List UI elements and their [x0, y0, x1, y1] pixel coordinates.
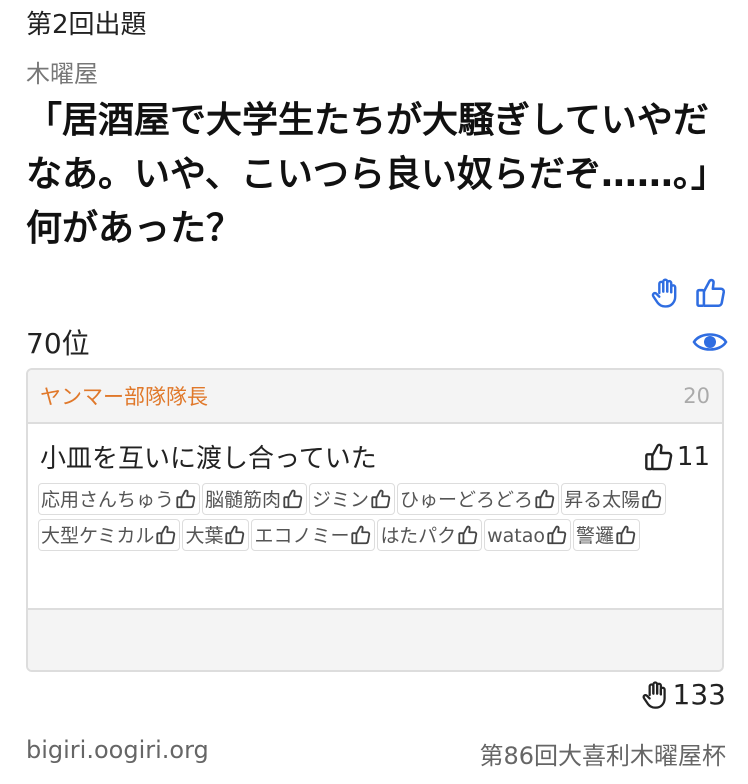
thumbs-up-icon	[458, 525, 478, 545]
event-name: 第86回大喜利木曜屋杯	[479, 742, 726, 770]
thumbs-up-icon	[547, 525, 567, 545]
voter-tag[interactable]: 昇る太陽	[561, 483, 667, 515]
voter-list: 応用さんちゅう 脳髄筋肉 ジミン ひゅーどろどろ 昇る太陽大型ケミカル 大葉 エコノミー はた…	[28, 479, 722, 553]
voter-tag[interactable]: 脳髄筋肉	[202, 483, 308, 515]
hand-icon	[651, 278, 677, 308]
hand-count[interactable]: 133	[639, 678, 726, 711]
voter-name: エコノミー	[254, 525, 350, 547]
round-title: 第2回出題	[26, 10, 147, 40]
thumbs-up-icon	[535, 489, 555, 509]
voter-tag[interactable]: 大型ケミカル	[38, 519, 181, 551]
hand-button[interactable]	[648, 276, 682, 310]
voter-name: 脳髄筋肉	[205, 489, 282, 511]
action-buttons	[648, 276, 728, 310]
voter-name: 警邏	[576, 525, 615, 547]
voter-tag[interactable]: watao	[484, 519, 571, 551]
hand-count-value: 133	[672, 678, 726, 711]
author-name[interactable]: 木曜屋	[26, 54, 98, 89]
thumbs-up-icon	[176, 489, 196, 509]
answer-text: 小皿を互いに渡し合っていた	[40, 444, 377, 474]
rank-label: 70位	[26, 327, 90, 360]
voter-tag[interactable]: 大葉	[182, 519, 250, 551]
card-footer	[28, 608, 722, 670]
site-name: bigiri.oogiri.org	[26, 736, 209, 764]
voter-tag[interactable]: はたパク	[377, 519, 483, 551]
answer-row: 小皿を互いに渡し合っていた 11	[28, 424, 722, 479]
question-text: 「居酒屋で大学生たちが大騒ぎしていやだなあ。いや、こいつら良い奴らだぞ……。」何…	[26, 100, 709, 249]
thumbs-up-icon	[371, 489, 391, 509]
like-count: 11	[676, 441, 710, 472]
view-toggle[interactable]	[692, 329, 728, 355]
voter-name: ひゅーどろどろ	[400, 489, 534, 511]
thumbs-up-icon	[283, 489, 303, 509]
thumbs-up-icon	[696, 278, 726, 308]
eye-icon	[692, 333, 728, 351]
card-count: 20	[683, 384, 710, 408]
rank-row: 70位	[26, 322, 728, 362]
voter-tag[interactable]: 警邏	[573, 519, 641, 551]
thumbs-up-icon	[156, 525, 176, 545]
thumbs-up-icon	[645, 443, 673, 470]
thumbs-up-icon	[616, 525, 636, 545]
voter-tag[interactable]: ひゅーどろどろ	[397, 483, 560, 515]
voter-tag[interactable]: 応用さんちゅう	[38, 483, 201, 515]
voter-name: 大型ケミカル	[41, 525, 155, 547]
team-name[interactable]: ヤンマー部隊隊長	[40, 381, 208, 411]
card-header: ヤンマー部隊隊長 20	[28, 370, 722, 424]
voter-tag[interactable]: エコノミー	[251, 519, 376, 551]
voter-name: 大葉	[185, 525, 224, 547]
voter-name: watao	[487, 525, 545, 547]
voter-tag[interactable]: ジミン	[309, 483, 396, 515]
hand-icon	[642, 680, 666, 709]
answer-like-button[interactable]: 11	[643, 441, 710, 473]
voter-name: はたパク	[380, 525, 457, 547]
thumbs-up-icon	[642, 489, 662, 509]
like-button[interactable]	[694, 276, 728, 310]
answer-card: ヤンマー部隊隊長 20 小皿を互いに渡し合っていた 11 応用さんちゅう 脳髄筋肉…	[26, 368, 724, 672]
voter-name: 昇る太陽	[564, 489, 641, 511]
voter-name: 応用さんちゅう	[41, 489, 175, 511]
thumbs-up-icon	[351, 525, 371, 545]
thumbs-up-icon	[225, 525, 245, 545]
voter-name: ジミン	[312, 489, 370, 511]
